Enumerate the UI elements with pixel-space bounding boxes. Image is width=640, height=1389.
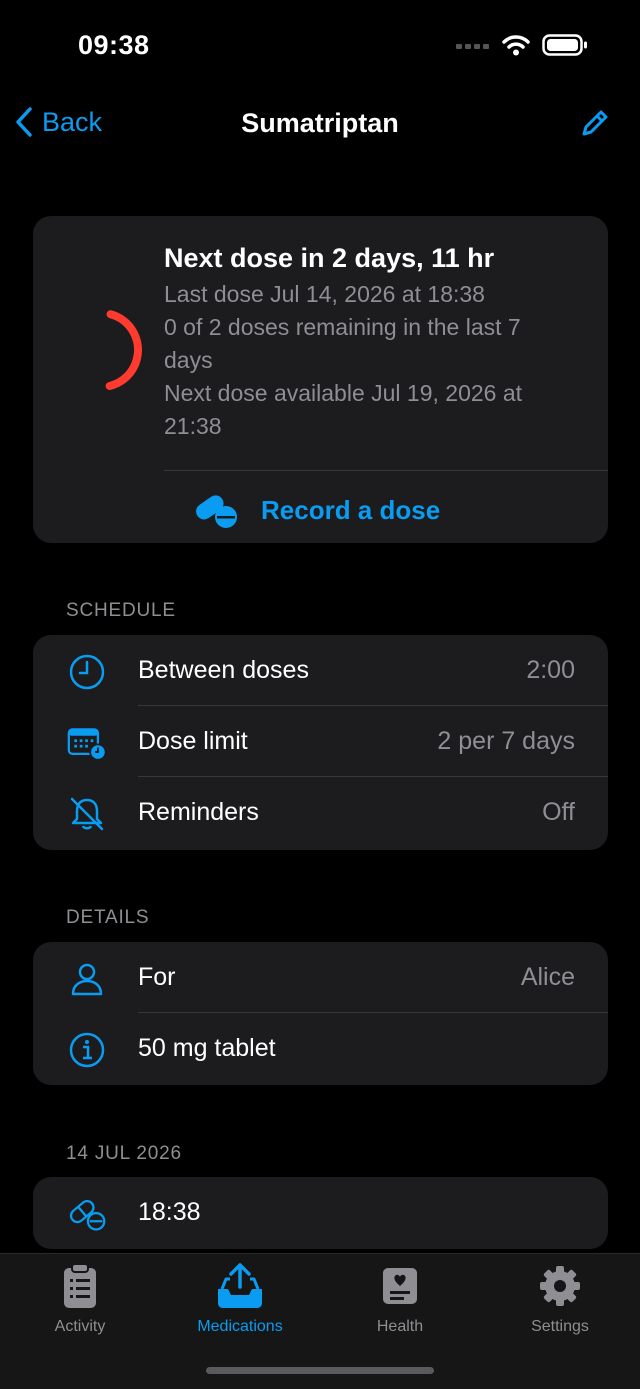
calendar-clock-icon [67, 723, 107, 763]
details-card: For Alice 50 mg tablet [33, 942, 608, 1085]
battery-icon [542, 34, 587, 56]
schedule-header: SCHEDULE [66, 600, 176, 621]
status-time: 09:38 [78, 30, 150, 60]
nav-bar: Back Sumatriptan [0, 96, 640, 152]
row-label: 50 mg tablet [138, 1034, 276, 1062]
home-indicator [206, 1367, 434, 1374]
next-available-text: Next dose available Jul 19, 2026 at 21:3… [164, 380, 523, 439]
clipboard-icon [0, 1262, 160, 1310]
details-header: DETAILS [66, 907, 150, 928]
tab-activity[interactable]: Activity [0, 1262, 160, 1336]
tab-label: Activity [54, 1318, 106, 1335]
summary-text: Next dose in 2 days, 11 hr Last dose Jul… [164, 238, 568, 443]
bell-slash-icon [67, 794, 107, 834]
row-value: Off [542, 798, 575, 826]
dose-limit-row[interactable]: Dose limit 2 per 7 days [33, 706, 608, 777]
reminders-row[interactable]: Reminders Off [33, 777, 608, 848]
pill-icon [67, 1194, 107, 1234]
edit-button[interactable] [580, 108, 610, 143]
row-value: Alice [520, 963, 575, 991]
divider [164, 470, 608, 471]
dose-progress-ring [79, 309, 142, 391]
row-label: For [138, 963, 176, 991]
page-title: Sumatriptan [241, 108, 399, 138]
record-dose-button[interactable]: Record a dose [193, 490, 440, 530]
tray-upload-icon [160, 1262, 320, 1310]
tab-label: Medications [197, 1318, 283, 1335]
last-dose-text: Last dose Jul 14, 2026 at 18:38 [164, 281, 485, 307]
pencil-icon [582, 110, 608, 136]
row-label: Reminders [138, 798, 259, 826]
row-value: 2:00 [526, 656, 575, 684]
dose-history-row[interactable]: 18:38 [33, 1177, 608, 1248]
next-dose-title: Next dose in 2 days, 11 hr [164, 243, 495, 273]
row-value: 2 per 7 days [437, 727, 575, 755]
pills-icon [196, 495, 237, 528]
for-row[interactable]: For Alice [33, 942, 608, 1013]
dose-summary-card: Next dose in 2 days, 11 hr Last dose Jul… [33, 216, 608, 543]
history-date-header: 14 JUL 2026 [66, 1143, 182, 1164]
person-icon [67, 959, 107, 999]
history-card: 18:38 [33, 1177, 608, 1249]
tab-health[interactable]: Health [320, 1262, 480, 1336]
gear-icon [480, 1262, 640, 1310]
cellular-signal-icon [456, 44, 489, 49]
schedule-card: Between doses 2:00 Dose limit 2 per 7 da… [33, 635, 608, 850]
between-doses-row[interactable]: Between doses 2:00 [33, 635, 608, 706]
info-icon [67, 1030, 107, 1070]
tab-label: Settings [531, 1318, 589, 1335]
row-label: Between doses [138, 656, 309, 684]
status-icons [456, 34, 588, 56]
tab-label: Health [376, 1318, 424, 1335]
status-bar: 09:38 [0, 0, 640, 96]
row-label: Dose limit [138, 727, 248, 755]
tab-medications[interactable]: Medications [160, 1262, 320, 1336]
dose-time-label: 18:38 [138, 1198, 201, 1226]
doses-remaining-text: 0 of 2 doses remaining in the last 7 day… [164, 314, 521, 373]
strength-row[interactable]: 50 mg tablet [33, 1013, 608, 1084]
record-dose-label: Record a dose [261, 494, 441, 525]
wifi-icon [502, 35, 530, 56]
health-card-icon [320, 1262, 480, 1310]
tab-settings[interactable]: Settings [480, 1262, 640, 1336]
clock-icon [67, 652, 107, 692]
